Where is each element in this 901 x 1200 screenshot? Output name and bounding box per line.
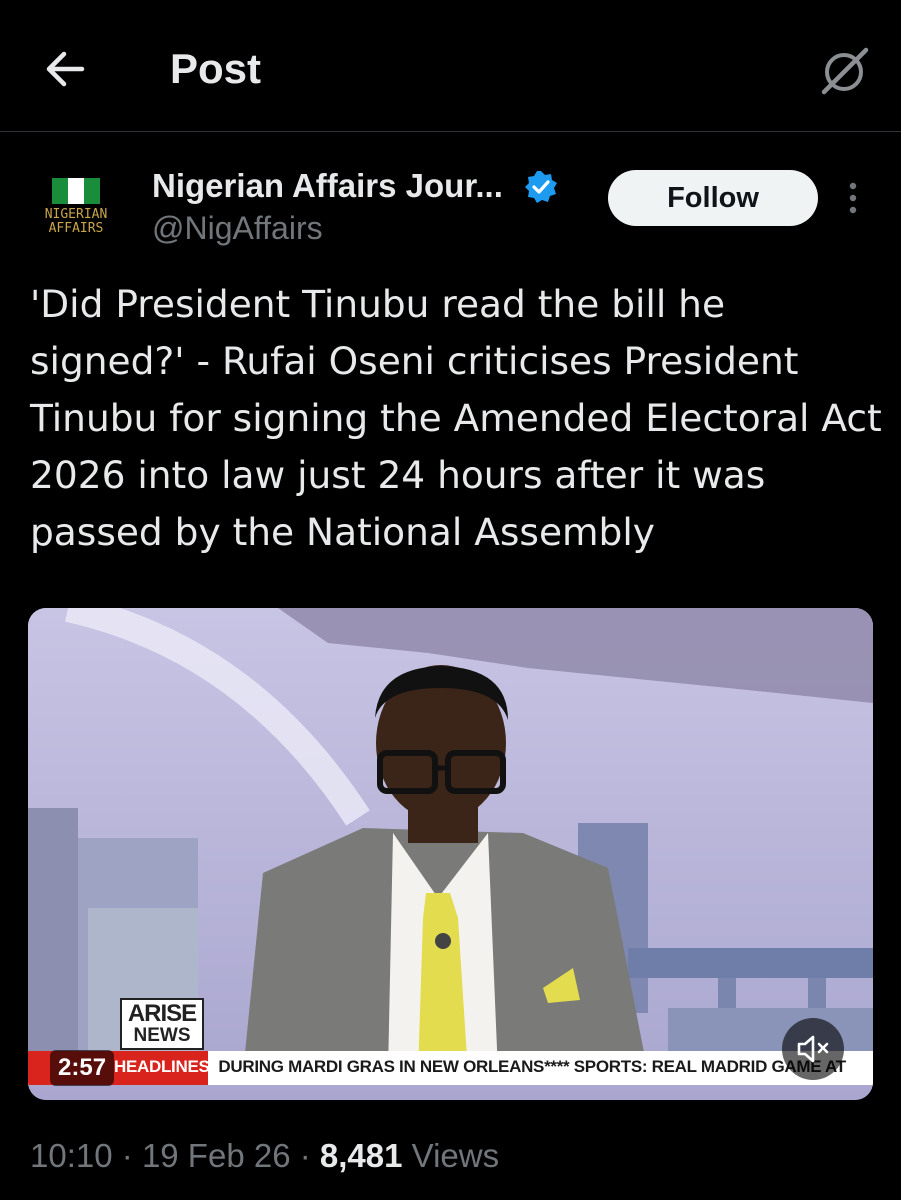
meta-separator: · [299,1137,311,1174]
channel-logo: ARISE NEWS [120,998,204,1050]
follow-button[interactable]: Follow [608,170,818,226]
meta-separator: · [121,1137,133,1174]
back-button[interactable] [40,44,90,94]
author-handle[interactable]: @NigAffairs [152,208,323,248]
post-meta: 10:10 · 19 Feb 26 · 8,481 Views [30,1134,499,1178]
ticker-head: HEADLINES [114,1057,210,1076]
grok-icon [821,47,869,95]
verified-badge-icon [524,170,558,204]
post-time: 10:10 [30,1137,113,1174]
grok-button[interactable] [816,42,872,98]
top-bar: Post [0,0,901,132]
video-duration: 2:57 [50,1050,115,1086]
more-vertical-icon [849,182,857,214]
avatar-text-line1: NIGERIAN [45,207,108,222]
more-options-button[interactable] [838,178,868,218]
post-date: 19 Feb 26 [141,1137,291,1174]
views-label[interactable]: Views [412,1137,499,1174]
mute-button[interactable] [782,1018,844,1080]
muted-speaker-icon [797,1035,829,1063]
video-player[interactable]: HEADLINES DURING MARDI GRAS IN NEW ORLEA… [28,608,873,1100]
channel-logo-line1: ARISE [127,1000,197,1027]
channel-logo-line2: NEWS [133,1025,191,1046]
ticker-text: HEADLINES DURING MARDI GRAS IN NEW ORLEA… [114,1057,846,1077]
page-title: Post [170,45,262,92]
author-name[interactable]: Nigerian Affairs Jour... [152,166,503,206]
avatar-text-line2: AFFAIRS [49,221,104,236]
avatar[interactable]: NIGERIAN AFFAIRS [28,172,124,242]
arrow-left-icon [46,51,85,87]
ticker-scroll-text: DURING MARDI GRAS IN NEW ORLEANS**** SPO… [218,1057,846,1076]
views-count[interactable]: 8,481 [320,1137,403,1174]
post-text: 'Did President Tinubu read the bill he s… [30,282,882,554]
